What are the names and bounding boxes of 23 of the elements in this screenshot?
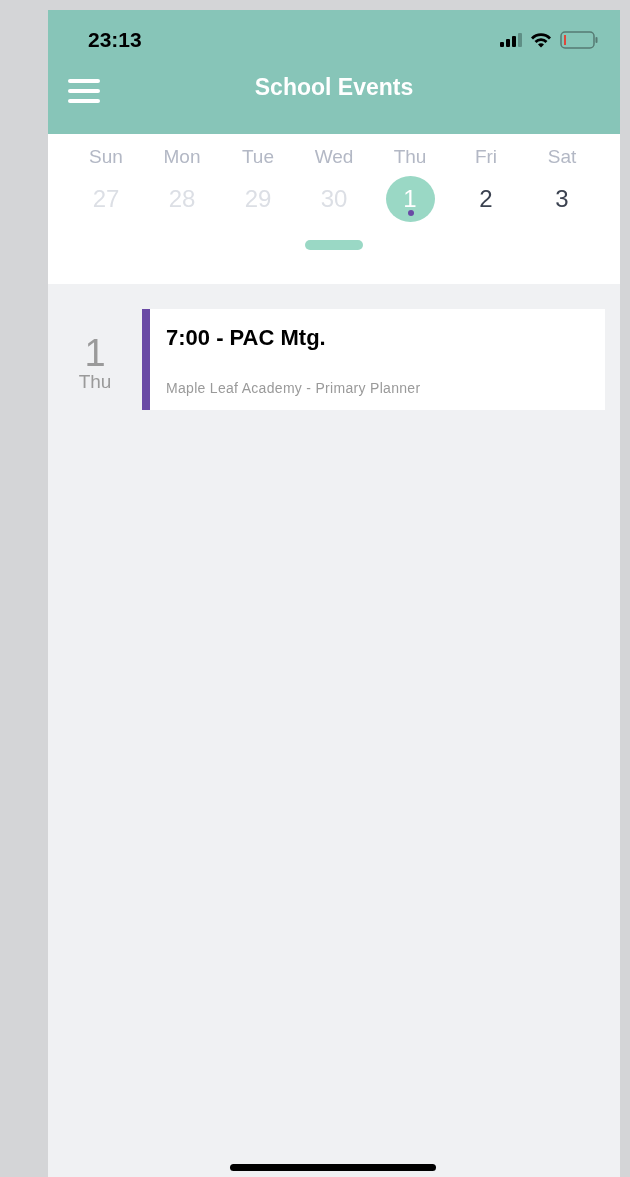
event-title: 7:00 - PAC Mtg. bbox=[166, 325, 327, 351]
event-day-number: 1 bbox=[84, 335, 106, 371]
event-card[interactable]: 7:00 - PAC Mtg. Maple Leaf Academy - Primary Planner bbox=[142, 309, 605, 410]
battery-icon bbox=[560, 31, 598, 49]
weekday-label: Mon bbox=[163, 146, 201, 168]
date-button[interactable]: 2 bbox=[461, 176, 511, 222]
drag-handle[interactable] bbox=[305, 240, 363, 250]
weekday-label: Sun bbox=[89, 146, 123, 168]
event-weekday: Thu bbox=[78, 371, 112, 393]
weekday-label: Tue bbox=[241, 146, 274, 168]
weekday-label: Sat bbox=[547, 146, 577, 168]
wifi-icon bbox=[530, 32, 552, 48]
date-button[interactable]: 3 bbox=[537, 176, 587, 222]
weekday-label: Wed bbox=[314, 146, 354, 168]
date-button[interactable]: 1 bbox=[385, 176, 435, 222]
status-time: 23:13 bbox=[88, 28, 142, 52]
event-calendar: Maple Leaf Academy - Primary Planner bbox=[166, 380, 422, 396]
weekday-label: Fri bbox=[474, 146, 498, 168]
menu-icon[interactable] bbox=[68, 79, 100, 103]
event-dot bbox=[407, 210, 414, 216]
weekday-label: Thu bbox=[393, 146, 427, 168]
header-title: School Events bbox=[254, 73, 414, 101]
signal-icon bbox=[500, 33, 522, 47]
